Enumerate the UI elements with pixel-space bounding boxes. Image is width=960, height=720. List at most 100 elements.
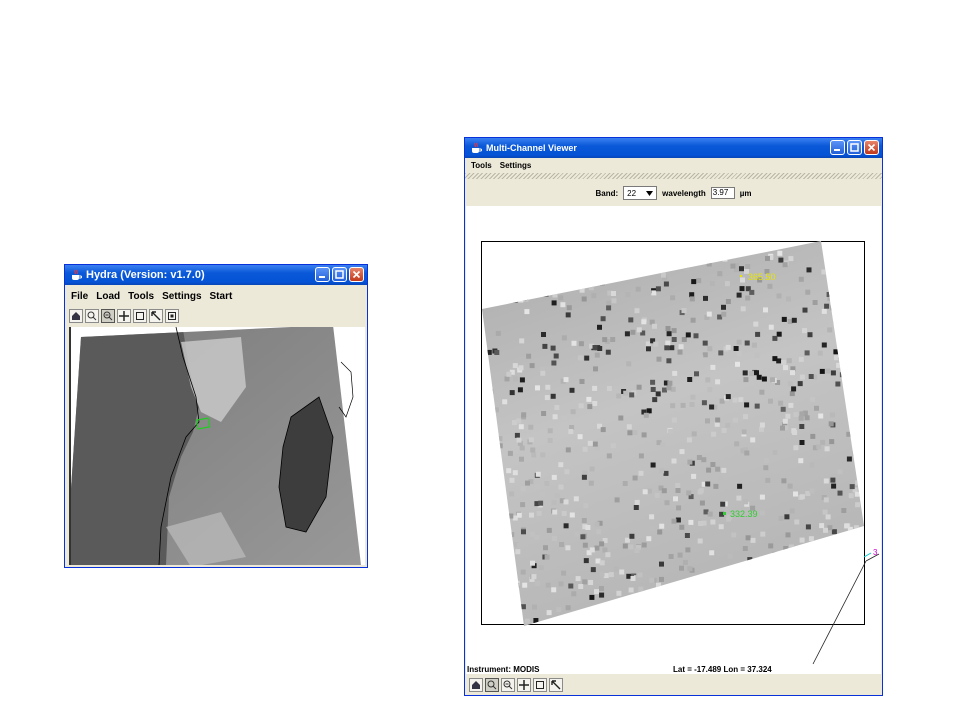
image-pixel [711, 431, 717, 437]
image-pixel [744, 402, 750, 408]
zoom-out-tool[interactable] [501, 678, 515, 692]
image-pixel [628, 317, 634, 323]
image-pixel [744, 450, 750, 456]
image-pixel [675, 488, 681, 493]
hydra-map-canvas[interactable] [69, 327, 365, 565]
image-pixel [558, 295, 564, 301]
image-pixel [812, 600, 818, 605]
image-pixel [792, 430, 798, 435]
menu-start[interactable]: Start [210, 291, 233, 302]
image-pixel [599, 592, 605, 598]
maximize-button[interactable] [847, 140, 862, 155]
image-pixel [662, 387, 667, 393]
menu-tools[interactable]: Tools [471, 161, 492, 170]
image-pixel [808, 536, 814, 542]
close-button[interactable] [864, 140, 879, 155]
image-pixel [561, 511, 567, 516]
image-pixel [743, 414, 748, 420]
image-pixel [665, 340, 671, 346]
home-tool[interactable] [469, 678, 483, 692]
image-pixel [652, 323, 657, 329]
home-icon [472, 681, 480, 689]
close-button[interactable] [349, 267, 364, 282]
image-pixel [610, 337, 616, 342]
image-pixel [526, 353, 532, 359]
menu-load[interactable]: Load [96, 291, 120, 302]
image-pixel [850, 547, 856, 553]
image-pixel [520, 569, 526, 575]
image-pixel [566, 305, 572, 311]
image-pixel [685, 547, 691, 553]
image-pixel [681, 337, 687, 342]
image-pixel [718, 350, 724, 356]
image-pixel [536, 510, 542, 516]
image-pixel [495, 330, 501, 336]
menu-tools[interactable]: Tools [128, 291, 154, 302]
image-pixel [849, 608, 855, 614]
maximize-button[interactable] [332, 267, 347, 282]
split-divider[interactable] [465, 173, 882, 179]
probe-tool[interactable] [165, 309, 179, 323]
image-pixel [719, 398, 725, 404]
image-pixel [854, 491, 860, 497]
image-pixel [599, 280, 605, 286]
image-pixel [495, 573, 501, 579]
image-pixel [650, 462, 656, 468]
image-pixel [751, 617, 757, 622]
viewer-title-bar[interactable]: Multi-Channel Viewer [465, 138, 882, 158]
image-pixel [536, 279, 542, 285]
menu-settings[interactable]: Settings [162, 291, 201, 302]
image-pixel [616, 590, 622, 596]
image-pixel [736, 351, 742, 357]
image-pixel [612, 534, 618, 540]
pan-tool[interactable] [117, 309, 131, 323]
pan-tool[interactable] [517, 678, 531, 692]
image-pixel [850, 274, 856, 279]
image-pixel [659, 468, 665, 474]
menu-file[interactable]: File [71, 291, 88, 302]
band-select[interactable]: 22 [623, 186, 658, 200]
image-pixel [740, 586, 746, 592]
band-image: 365.50 332.39 3 [482, 241, 880, 665]
viewer-image-canvas[interactable]: 365.50 332.39 3 [466, 206, 881, 674]
image-pixel [558, 581, 564, 587]
image-pixel [848, 493, 854, 499]
image-pixel [634, 548, 640, 553]
select-box-tool[interactable] [533, 678, 547, 692]
image-pixel [563, 523, 569, 529]
image-pixel [633, 505, 639, 510]
hydra-title-bar[interactable]: Hydra (Version: v1.7.0) [65, 265, 367, 285]
image-pixel [663, 470, 669, 476]
image-pixel [851, 284, 857, 290]
image-pixel [721, 252, 727, 258]
image-pixel [754, 352, 760, 358]
image-pixel [799, 424, 805, 429]
zoom-in-tool[interactable] [485, 678, 499, 692]
image-pixel [787, 381, 793, 387]
image-pixel [725, 344, 731, 350]
probe-leader-line [812, 560, 867, 665]
image-pixel [859, 492, 864, 498]
minimize-button[interactable] [315, 267, 330, 282]
image-pixel [569, 387, 575, 393]
image-pixel [749, 289, 755, 295]
minimize-button[interactable] [830, 140, 845, 155]
image-pixel [776, 566, 782, 572]
wavelength-input[interactable]: 3.97 [710, 187, 735, 199]
image-pixel [772, 551, 778, 557]
pointer-tool[interactable] [549, 678, 563, 692]
image-pixel [489, 524, 495, 530]
home-tool[interactable] [69, 309, 83, 323]
image-pixel [839, 372, 845, 378]
image-pixel [853, 525, 859, 531]
zoom-in-tool[interactable] [85, 309, 99, 323]
select-box-tool[interactable] [133, 309, 147, 323]
image-pixel [662, 607, 668, 612]
image-pixel [507, 450, 513, 456]
image-pixel [527, 280, 532, 286]
zoom-out-tool[interactable] [101, 309, 115, 323]
pointer-tool[interactable] [149, 309, 163, 323]
menu-settings[interactable]: Settings [500, 161, 532, 170]
image-pixel [599, 571, 605, 577]
image-pixel [644, 604, 650, 610]
